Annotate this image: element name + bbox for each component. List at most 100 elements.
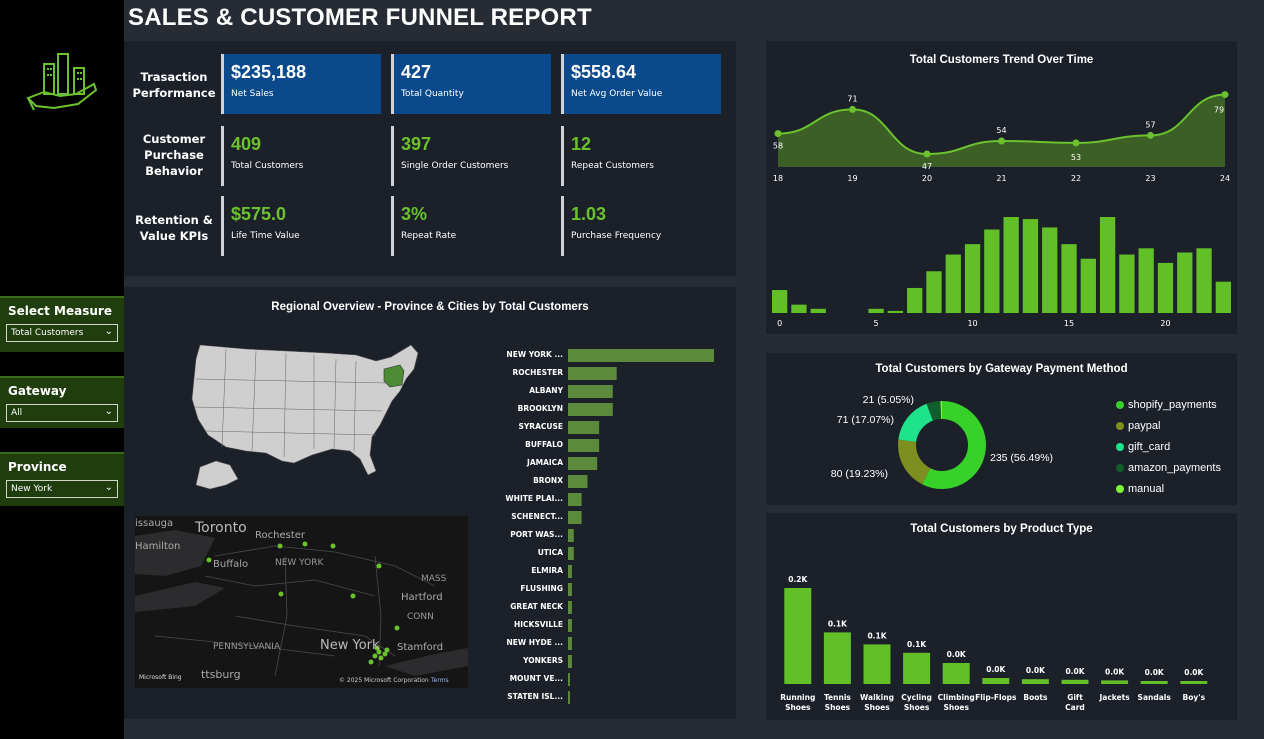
hour-bar[interactable] <box>1196 248 1212 313</box>
kpi-value: 3% <box>401 204 428 224</box>
legend-item[interactable]: shopify_payments <box>1116 399 1217 411</box>
product-bar[interactable] <box>863 644 891 684</box>
product-x-label: Jackets <box>1098 693 1130 702</box>
hour-bar[interactable] <box>887 310 904 313</box>
legend-item[interactable]: gift_card <box>1116 441 1170 453</box>
trend-x-tick: 22 <box>1071 174 1081 183</box>
city-label: ALBANY <box>529 386 563 395</box>
city-bar[interactable] <box>568 403 613 416</box>
city-bar[interactable] <box>568 691 570 704</box>
legend-item[interactable]: amazon_payments <box>1116 462 1221 474</box>
hour-bar[interactable] <box>1022 219 1039 313</box>
city-bar[interactable] <box>568 475 588 488</box>
city-bar[interactable] <box>568 655 572 668</box>
province-dropdown[interactable]: New York ⌄ <box>6 480 118 498</box>
city-bar[interactable] <box>568 547 574 560</box>
legend-label: shopify_payments <box>1128 399 1217 411</box>
city-bar[interactable] <box>568 565 572 578</box>
hour-bar[interactable] <box>1099 217 1116 313</box>
repeat-rate-card[interactable]: 3% Repeat Rate <box>391 196 551 256</box>
total-quantity-card[interactable]: 427 Total Quantity <box>391 54 551 114</box>
city-bar[interactable] <box>568 583 572 596</box>
product-bar[interactable] <box>903 652 931 684</box>
life-time-value-card[interactable]: $575.0 Life Time Value <box>221 196 381 256</box>
hour-bar[interactable] <box>1177 252 1193 313</box>
legend-item[interactable]: paypal <box>1116 420 1160 432</box>
city-bar[interactable] <box>568 385 613 398</box>
map-terms-link[interactable]: Terms <box>431 677 449 684</box>
hour-bar[interactable] <box>945 254 961 313</box>
product-bar[interactable] <box>942 663 970 684</box>
product-bar[interactable] <box>1101 680 1129 684</box>
trend-point[interactable] <box>849 105 856 113</box>
hour-bar[interactable] <box>1157 262 1174 313</box>
product-bar[interactable] <box>1021 679 1049 684</box>
legend-dot-icon <box>1116 443 1124 452</box>
net-avg-order-value-card[interactable]: $558.64 Net Avg Order Value <box>561 54 721 114</box>
hour-bar[interactable] <box>1138 248 1154 313</box>
hour-bar[interactable] <box>926 271 942 313</box>
product-bar[interactable] <box>1140 681 1168 684</box>
legend-item[interactable]: manual <box>1116 483 1164 495</box>
trend-point[interactable] <box>923 150 931 158</box>
product-bar[interactable] <box>784 588 812 684</box>
product-x-label: Flip-Flops <box>975 693 1017 702</box>
hour-bar[interactable] <box>1042 227 1058 313</box>
total-customers-card[interactable]: 409 Total Customers <box>221 126 381 186</box>
hour-bar[interactable] <box>984 229 1000 313</box>
net-sales-card[interactable]: $235,188 Net Sales <box>221 54 381 114</box>
hour-bar[interactable] <box>1061 244 1077 313</box>
city-bar[interactable] <box>568 511 582 524</box>
trend-point[interactable] <box>1147 131 1154 139</box>
city-bar[interactable] <box>568 349 714 362</box>
product-bar[interactable] <box>1061 679 1089 684</box>
city-bar[interactable] <box>568 673 570 686</box>
hour-bar[interactable] <box>810 308 826 313</box>
trend-point[interactable] <box>774 130 782 138</box>
city-bar[interactable] <box>568 493 582 506</box>
product-x-label-line: Boy's <box>1183 693 1206 702</box>
hour-bar[interactable] <box>964 244 981 313</box>
city-bar[interactable] <box>568 601 572 614</box>
city-bar[interactable] <box>568 439 600 452</box>
chevron-down-icon: ⌄ <box>104 482 113 493</box>
city-bar[interactable] <box>568 457 598 470</box>
trend-point[interactable] <box>1072 139 1080 147</box>
purchase-frequency-card[interactable]: 1.03 Purchase Frequency <box>561 196 721 256</box>
kpi-value: $575.0 <box>231 204 287 224</box>
trend-point[interactable] <box>998 137 1005 145</box>
us-map[interactable] <box>186 339 426 494</box>
satellite-map[interactable]: Toronto Rochester Buffalo Hamilton issau… <box>135 516 468 688</box>
hour-bar[interactable] <box>1080 258 1096 313</box>
gateway-slicer: Gateway All ⌄ <box>0 376 124 428</box>
city-bar[interactable] <box>568 367 617 380</box>
hour-bar[interactable] <box>1215 281 1231 313</box>
city-bar[interactable] <box>568 619 572 632</box>
gateway-dropdown[interactable]: All ⌄ <box>6 404 118 422</box>
map-label: Rochester <box>255 530 305 541</box>
hour-bar[interactable] <box>1003 217 1019 313</box>
kpi-caption: Total Quantity <box>401 89 464 99</box>
product-bar[interactable] <box>823 632 851 684</box>
legend-label: amazon_payments <box>1128 462 1221 474</box>
slicer-label: Select Measure <box>8 304 112 318</box>
trend-point[interactable] <box>1221 91 1229 99</box>
city-bar[interactable] <box>568 421 600 434</box>
kpi-row-label: Retention & Value KPIs <box>135 213 213 243</box>
new-york-state-highlight[interactable] <box>383 364 405 388</box>
product-bar[interactable] <box>982 678 1010 684</box>
hour-bar[interactable] <box>907 287 923 313</box>
hour-bar[interactable] <box>772 290 788 313</box>
hour-bar[interactable] <box>791 304 807 313</box>
hour-bar[interactable] <box>868 308 884 313</box>
product-x-label-line: Sandals <box>1138 693 1172 702</box>
city-label: SCHENECT... <box>511 512 563 521</box>
city-bar[interactable] <box>568 637 572 650</box>
city-label: BROOKLYN <box>518 404 563 413</box>
select-measure-dropdown[interactable]: Total Customers ⌄ <box>6 324 118 342</box>
product-bar[interactable] <box>1180 681 1208 684</box>
repeat-customers-card[interactable]: 12 Repeat Customers <box>561 126 721 186</box>
hour-bar[interactable] <box>1119 254 1135 313</box>
city-bar[interactable] <box>568 529 574 542</box>
single-order-customers-card[interactable]: 397 Single Order Customers <box>391 126 551 186</box>
